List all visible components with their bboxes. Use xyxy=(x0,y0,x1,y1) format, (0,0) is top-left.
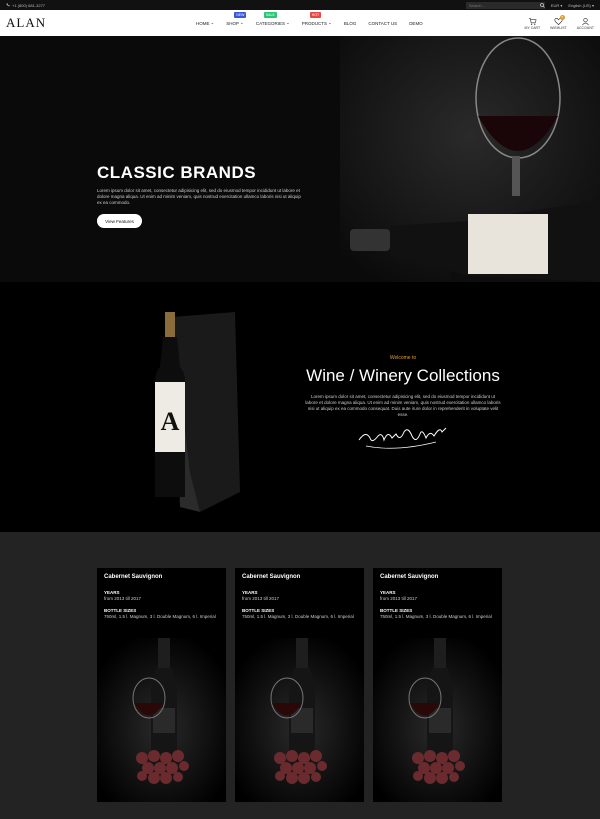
wine-grapes-image xyxy=(235,638,364,802)
nav-badge: SALE xyxy=(263,12,277,18)
nav-badge: NEW xyxy=(234,12,247,18)
top-bar: +1 (800) 681-3277 EUR ▾ English (US) ▾ xyxy=(0,0,600,10)
chevron-down-icon: ⌄ xyxy=(286,20,290,25)
sizes-label: BOTTLE SIZES xyxy=(242,608,275,613)
wine-glass-bottle-image xyxy=(340,36,600,282)
language-select[interactable]: English (US) ▾ xyxy=(568,3,594,8)
chevron-down-icon: ▾ xyxy=(560,2,563,8)
years-value: from 2013 till 2017 xyxy=(104,596,142,601)
phone-number: +1 (800) 681-3277 xyxy=(12,2,46,8)
phone-contact[interactable]: +1 (800) 681-3277 xyxy=(6,3,45,8)
section-title: Wine / Winery Collections xyxy=(306,366,500,385)
sizes-value: 750ml, 1.5 l. Magnum, 3 l. Double Magnum… xyxy=(104,614,216,619)
wine-grapes-image xyxy=(373,638,502,802)
nav-item-shop[interactable]: SHOP ⌄ NEW xyxy=(226,12,247,26)
nav-item-label: SHOP xyxy=(226,20,240,26)
search-icon[interactable] xyxy=(539,2,545,8)
currency-value: EUR xyxy=(550,2,560,8)
years-value: from 2013 till 2017 xyxy=(242,596,280,601)
cart-label: MY CART xyxy=(524,25,541,30)
collection-section: A Welcome to Wine / Winery Collections L… xyxy=(0,282,600,532)
sizes-value: 750ml, 1.5 l. Magnum, 3 l. Double Magnum… xyxy=(242,614,354,619)
product-name: Cabernet Sauvignon xyxy=(104,574,163,580)
site-logo[interactable]: ALAN xyxy=(6,15,66,31)
chevron-down-icon: ⌄ xyxy=(240,20,244,25)
years-label: YEARS xyxy=(380,590,396,595)
years-label: YEARS xyxy=(242,590,258,595)
years-label: YEARS xyxy=(104,590,120,595)
sizes-label: BOTTLE SIZES xyxy=(380,608,413,613)
hero-title: CLASSIC BRANDS xyxy=(97,163,257,182)
hero-banner: CLASSIC BRANDS Lorem ipsum dolor sit ame… xyxy=(0,36,600,282)
cart-button[interactable]: MY CART xyxy=(524,17,541,30)
nav-item-blog[interactable]: BLOG xyxy=(344,21,357,26)
main-navbar: ALAN HOME ⌄ SHOP ⌄ NEW CATEGORIES ⌄ SALE PRODUCT… xyxy=(0,10,600,36)
sizes-value: 750ml, 1.5 l. Magnum, 3 l. Double Magnum… xyxy=(380,614,492,619)
wine-bottle-box-image: A xyxy=(155,312,240,512)
sizes-label: BOTTLE SIZES xyxy=(104,608,137,613)
product-card[interactable]: Cabernet Sauvignon YEARS from 2013 till … xyxy=(235,568,364,802)
wishlist-button[interactable]: 0 WISHLIST xyxy=(550,14,567,30)
section-pretitle: Welcome to xyxy=(389,355,417,361)
product-card[interactable]: Cabernet Sauvignon YEARS from 2013 till … xyxy=(97,568,226,802)
account-label: ACCOUNT xyxy=(576,25,594,30)
product-name: Cabernet Sauvignon xyxy=(242,574,301,580)
product-name: Cabernet Sauvignon xyxy=(380,574,439,580)
signature-image xyxy=(358,427,447,449)
nav-item-products[interactable]: PRODUCTS ⌄ HOT xyxy=(301,12,332,26)
nav-item-label: CONTACT US xyxy=(368,20,398,26)
hero-description: Lorem ipsum dolor sit amet, consectetur … xyxy=(97,188,301,205)
nav-item-contact-us[interactable]: CONTACT US xyxy=(368,21,397,26)
nav-item-label: CATEGORIES xyxy=(255,20,285,26)
nav-item-demo[interactable]: DEMO xyxy=(409,21,423,26)
wishlist-label: WISHLIST xyxy=(550,25,567,30)
cart-icon xyxy=(528,17,537,25)
language-value: English (US) xyxy=(568,2,591,8)
chevron-down-icon: ▾ xyxy=(591,2,594,8)
phone-icon xyxy=(6,3,10,7)
product-card[interactable]: Cabernet Sauvignon YEARS from 2013 till … xyxy=(373,568,502,802)
years-value: from 2013 till 2017 xyxy=(380,596,418,601)
user-icon xyxy=(581,17,589,25)
nav-item-label: BLOG xyxy=(343,20,357,26)
currency-select[interactable]: EUR ▾ xyxy=(551,3,563,8)
nav-item-label: DEMO xyxy=(409,20,423,26)
search-input[interactable] xyxy=(465,1,538,9)
chevron-down-icon: ⌄ xyxy=(210,20,215,25)
nav-item-categories[interactable]: CATEGORIES ⌄ SALE xyxy=(255,12,290,26)
view-features-button[interactable]: View Features xyxy=(97,214,142,228)
nav-badge: HOT xyxy=(309,12,322,18)
account-button[interactable]: ACCOUNT xyxy=(577,17,594,30)
main-menu: HOME ⌄ SHOP ⌄ NEW CATEGORIES ⌄ SALE PRODUCTS ⌄ HOT… xyxy=(196,10,435,36)
chevron-down-icon: ⌄ xyxy=(328,20,332,25)
nav-item-label: HOME xyxy=(196,20,210,26)
nav-item-label: PRODUCTS xyxy=(301,20,328,26)
products-section: Cabernet Sauvignon YEARS from 2013 till … xyxy=(0,532,600,819)
wine-grapes-image xyxy=(97,638,226,802)
section-description: Lorem ipsum dolor sit amet, consectetur … xyxy=(305,394,501,417)
nav-item-home[interactable]: HOME ⌄ xyxy=(196,20,214,26)
bottle-label-letter: A xyxy=(161,407,180,436)
wishlist-count: 0 xyxy=(559,14,565,20)
